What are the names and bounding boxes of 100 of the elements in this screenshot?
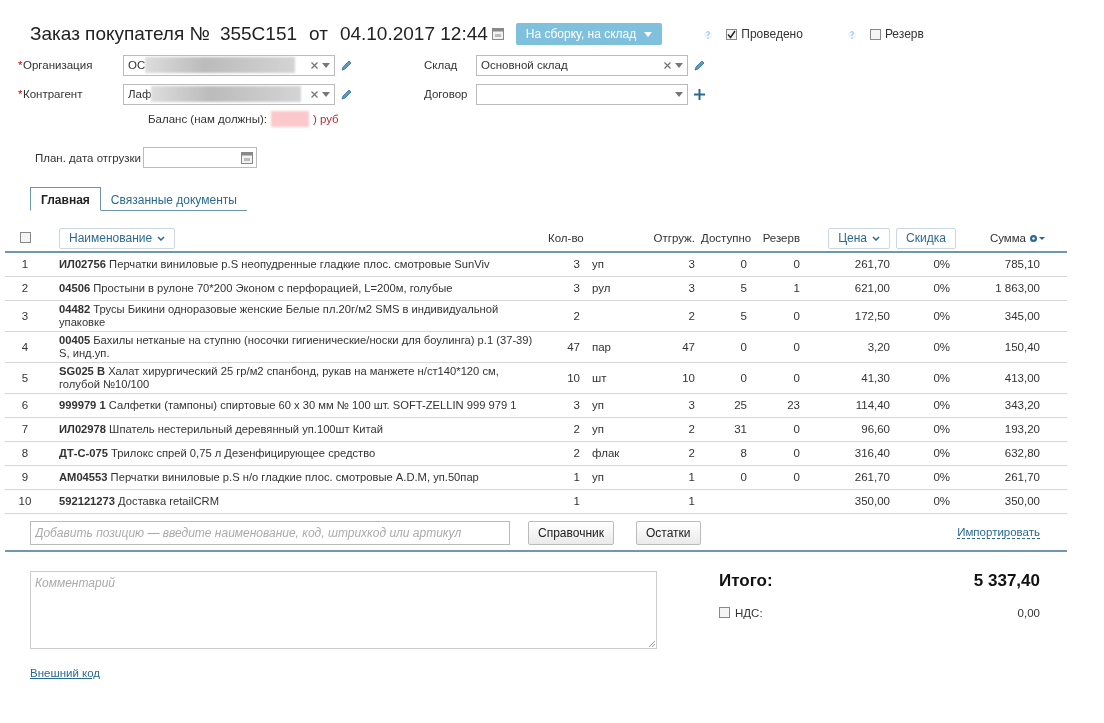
table-cell: 0 [750,362,803,393]
button[interactable]: Остатки [636,520,701,545]
table-cell: 2 [545,417,583,441]
document-title: Заказ покупателя № [30,23,210,45]
caret-icon [675,62,683,68]
table-cell: флак [583,441,640,465]
table-cell: 3,20 [803,331,893,362]
table-cell: 1 [750,276,803,300]
comment-field[interactable]: Комментарий [30,570,657,649]
table-cell: 0 [750,331,803,362]
order-number: 355С151 [219,23,298,45]
row-number: 1 [5,252,45,276]
table-cell: шт [583,362,640,393]
external-code-link[interactable]: Внешний код [30,666,101,679]
table-cell: уп [583,417,640,441]
table-cell: 3 [640,252,698,276]
table-cell: 1 863,00 [953,276,1067,300]
pencil-icon [694,59,705,71]
row-number: 3 [5,300,45,331]
table-cell: 3 [545,252,583,276]
table-cell: 3 [545,393,583,417]
field-label: Контрагент [23,88,83,100]
pencil-icon [341,88,352,100]
column-sort-button[interactable]: Наименование [59,227,176,249]
row-number: 6 [5,393,45,417]
table-cell: 0% [893,393,953,417]
checkbox[interactable] [726,28,738,40]
column-sort-button[interactable]: Цена [828,227,890,249]
product-name: SG025 B Халат хирургический 25 гр/м2 спанбонд, рукав на манжете н/ст140*120 см, голубой №10/100 [45,362,545,393]
field-value: Основной склад [481,59,568,71]
table-cell: 350,00 [803,489,893,513]
field-label: План. дата отгрузки [35,151,142,164]
product-name: ДТ-С-075 Трилокс спрей 0,75 л Дезенфицирующее средство [45,441,545,465]
checkbox[interactable] [19,231,31,243]
table-cell: 2 [640,300,698,331]
field-value: Лаф [128,88,152,100]
table-cell: 632,80 [953,441,1067,465]
checkbox-label: НДС: [735,606,763,619]
help-icon [847,28,856,40]
table-cell: 0 [698,362,750,393]
vat-value: 0,00 [1017,606,1040,619]
table-cell: пар [583,331,640,362]
table-cell: 0% [893,417,953,441]
table-cell: 23 [750,393,803,417]
select-field[interactable]: Основной склад [476,54,688,76]
table-cell: 0% [893,252,953,276]
date-field[interactable] [143,147,257,168]
table-cell: 10 [545,362,583,393]
select-field[interactable]: ОС [123,54,335,76]
gear-icon [1029,233,1045,243]
field-label: Договор [424,88,468,100]
help-icon [704,28,713,40]
table-cell: 343,20 [953,393,1067,417]
select-field[interactable]: Лаф [123,83,335,105]
table-cell: уп [583,465,640,489]
column-header: Отгруж. [653,232,695,244]
table-cell: 0% [893,489,953,513]
field-label: Склад [424,59,458,71]
table-cell: 2 [545,441,583,465]
calendar-icon [241,151,253,164]
table-cell: 345,00 [953,300,1067,331]
table-cell: 25 [698,393,750,417]
date-prefix: от [309,23,328,45]
table-cell: 0% [893,331,953,362]
required-mark: * [18,88,23,100]
table-cell: уп [583,252,640,276]
import-link[interactable]: Импортировать [957,526,1040,539]
product-name: ИЛ02756 Перчатки виниловые p.S неопудренные гладкие плос. смотровые SunViv [45,252,545,276]
checkbox[interactable] [719,607,730,618]
table-cell: 41,30 [803,362,893,393]
table-cell: 2 [545,300,583,331]
field-value: ОС [128,59,146,71]
table-cell: 261,70 [803,465,893,489]
total-value: 5 337,40 [973,570,1040,591]
tab[interactable]: Главная [30,187,101,211]
table-cell: 0% [893,441,953,465]
table-cell: 0 [698,465,750,489]
product-name: 999979 1 Салфетки (тампоны) спиртовые 60 х 30 мм № 100 шт. SOFT-ZELLIN 999 979 1 [45,393,545,417]
row-number: 5 [5,362,45,393]
table-cell: 0 [698,252,750,276]
product-name: 592121273 Доставка retailCRM [45,489,545,513]
column-header: Доступно [701,232,752,244]
caret-icon [322,91,330,97]
table-cell: 350,00 [953,489,1067,513]
table-cell: 785,10 [953,252,1067,276]
table-cell: 0% [893,276,953,300]
column-button[interactable]: Скидка [896,227,956,249]
column-header: Кол-во [548,232,584,244]
total-label: Итого: [719,570,773,591]
checkbox-label: Проведено [741,27,803,41]
checkbox[interactable] [869,28,881,40]
checkbox-label: Резерв [884,27,924,41]
button[interactable]: Справочник [528,520,614,545]
column-header: Резерв [762,232,800,244]
table-cell: 3 [640,393,698,417]
table-cell: 316,40 [803,441,893,465]
column-header: Сумма [989,232,1026,244]
table-cell: 261,70 [803,252,893,276]
row-number: 10 [5,489,45,513]
select-field[interactable] [476,83,688,105]
